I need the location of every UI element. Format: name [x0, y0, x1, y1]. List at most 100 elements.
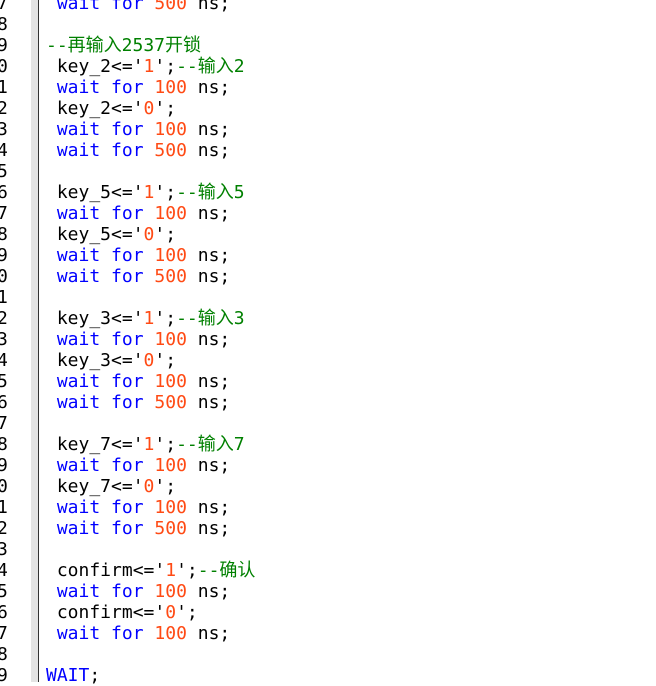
- code-line[interactable]: wait for 100 ns;: [46, 329, 230, 350]
- code-text: ';: [154, 181, 177, 203]
- code-line[interactable]: key_7<='0';: [46, 476, 176, 497]
- code-line[interactable]: wait for 500 ns;: [46, 518, 230, 539]
- code-line[interactable]: wait for 100 ns;: [46, 245, 230, 266]
- code-line[interactable]: key_2<='1';--输入2: [46, 56, 245, 77]
- code-text: ';: [154, 223, 177, 245]
- line-number: 2: [0, 308, 28, 329]
- code-line[interactable]: WAIT;: [46, 665, 100, 686]
- line-number: 9: [0, 665, 28, 686]
- literal-token: 0: [165, 601, 177, 623]
- code-text: ns;: [186, 517, 231, 539]
- code-text: ns;: [186, 118, 231, 140]
- fold-margin[interactable]: [31, 0, 38, 682]
- code-line[interactable]: wait for 500 ns;: [46, 392, 230, 413]
- code-text: key_7<=': [46, 475, 144, 497]
- literal-token: 100: [154, 454, 187, 476]
- code-text: ns;: [186, 265, 231, 287]
- code-line[interactable]: key_2<='0';: [46, 98, 176, 119]
- code-line[interactable]: key_7<='1';--输入7: [46, 434, 245, 455]
- code-text: ';: [154, 349, 177, 371]
- line-number: 1: [0, 497, 28, 518]
- code-text: ';: [154, 307, 177, 329]
- line-number-text: 8: [0, 13, 8, 35]
- code-text: ns;: [186, 202, 231, 224]
- code-text: ';: [154, 55, 177, 77]
- code-line[interactable]: confirm<='0';: [46, 602, 198, 623]
- code-line[interactable]: wait for 100 ns;: [46, 623, 230, 644]
- code-line[interactable]: wait for 100 ns;: [46, 497, 230, 518]
- code-text: ns;: [186, 370, 231, 392]
- comment-token: --再输入2537开锁: [46, 34, 202, 56]
- literal-token: 500: [154, 517, 187, 539]
- literal-token: 100: [154, 244, 187, 266]
- line-number-text: 1: [0, 286, 8, 308]
- code-line[interactable]: key_5<='0';: [46, 224, 176, 245]
- keyword-token: wait: [56, 496, 101, 518]
- code-line[interactable]: wait for 100 ns;: [46, 77, 230, 98]
- code-line[interactable]: wait for 500 ns;: [46, 266, 230, 287]
- line-number-text: 7: [0, 202, 8, 224]
- code-line[interactable]: key_5<='1';--输入5: [46, 182, 245, 203]
- line-number-text: 6: [0, 601, 8, 623]
- code-line[interactable]: confirm<='1';--确认: [46, 559, 256, 581]
- code-text: ';: [154, 433, 177, 455]
- line-number: 0: [0, 56, 28, 77]
- code-line[interactable]: wait for 100 ns;: [46, 581, 230, 602]
- literal-token: 100: [154, 622, 187, 644]
- keyword-token: for: [111, 265, 144, 287]
- keyword-token: wait: [56, 622, 101, 644]
- line-number-text: 9: [0, 664, 8, 686]
- line-number-text: 3: [0, 118, 8, 140]
- line-number-text: 8: [0, 433, 8, 455]
- line-number: 3: [0, 329, 28, 350]
- literal-token: 0: [143, 475, 155, 497]
- literal-token: 0: [143, 349, 155, 371]
- literal-token: 500: [154, 139, 187, 161]
- line-number-text: 4: [0, 559, 8, 581]
- keyword-token: wait: [56, 139, 101, 161]
- line-number: 9: [0, 245, 28, 266]
- code-line[interactable]: --再输入2537开锁: [46, 35, 201, 56]
- keyword-token: for: [111, 496, 144, 518]
- literal-token: 500: [154, 265, 187, 287]
- code-line[interactable]: key_3<='0';: [46, 350, 176, 371]
- literal-token: 500: [154, 0, 187, 14]
- line-number: 9: [0, 455, 28, 476]
- code-text: confirm<=': [46, 559, 166, 581]
- code-text: ns;: [186, 0, 231, 14]
- code-line[interactable]: wait for 100 ns;: [46, 119, 230, 140]
- line-number-text: 2: [0, 97, 8, 119]
- line-number: 7: [0, 413, 28, 434]
- line-number-text: 6: [0, 181, 8, 203]
- keyword-token: for: [111, 454, 144, 476]
- keyword-token: wait: [56, 265, 101, 287]
- line-number: 6: [0, 602, 28, 623]
- line-number: 8: [0, 434, 28, 455]
- line-number: 3: [0, 539, 28, 560]
- code-text: key_5<=': [46, 223, 144, 245]
- code-line[interactable]: wait for 100 ns;: [46, 203, 230, 224]
- code-text: ns;: [186, 328, 231, 350]
- line-number-text: 9: [0, 34, 8, 56]
- line-number-text: 5: [0, 160, 8, 182]
- line-number-text: 6: [0, 391, 8, 413]
- line-number: 4: [0, 350, 28, 371]
- code-line[interactable]: wait for 100 ns;: [46, 455, 230, 476]
- code-line[interactable]: wait for 500 ns;: [46, 0, 230, 14]
- line-number: 7: [0, 0, 28, 14]
- code-line[interactable]: wait for 500 ns;: [46, 140, 230, 161]
- code-line[interactable]: key_3<='1';--输入3: [46, 308, 245, 329]
- code-line[interactable]: wait for 100 ns;: [46, 371, 230, 392]
- literal-token: 1: [143, 55, 155, 77]
